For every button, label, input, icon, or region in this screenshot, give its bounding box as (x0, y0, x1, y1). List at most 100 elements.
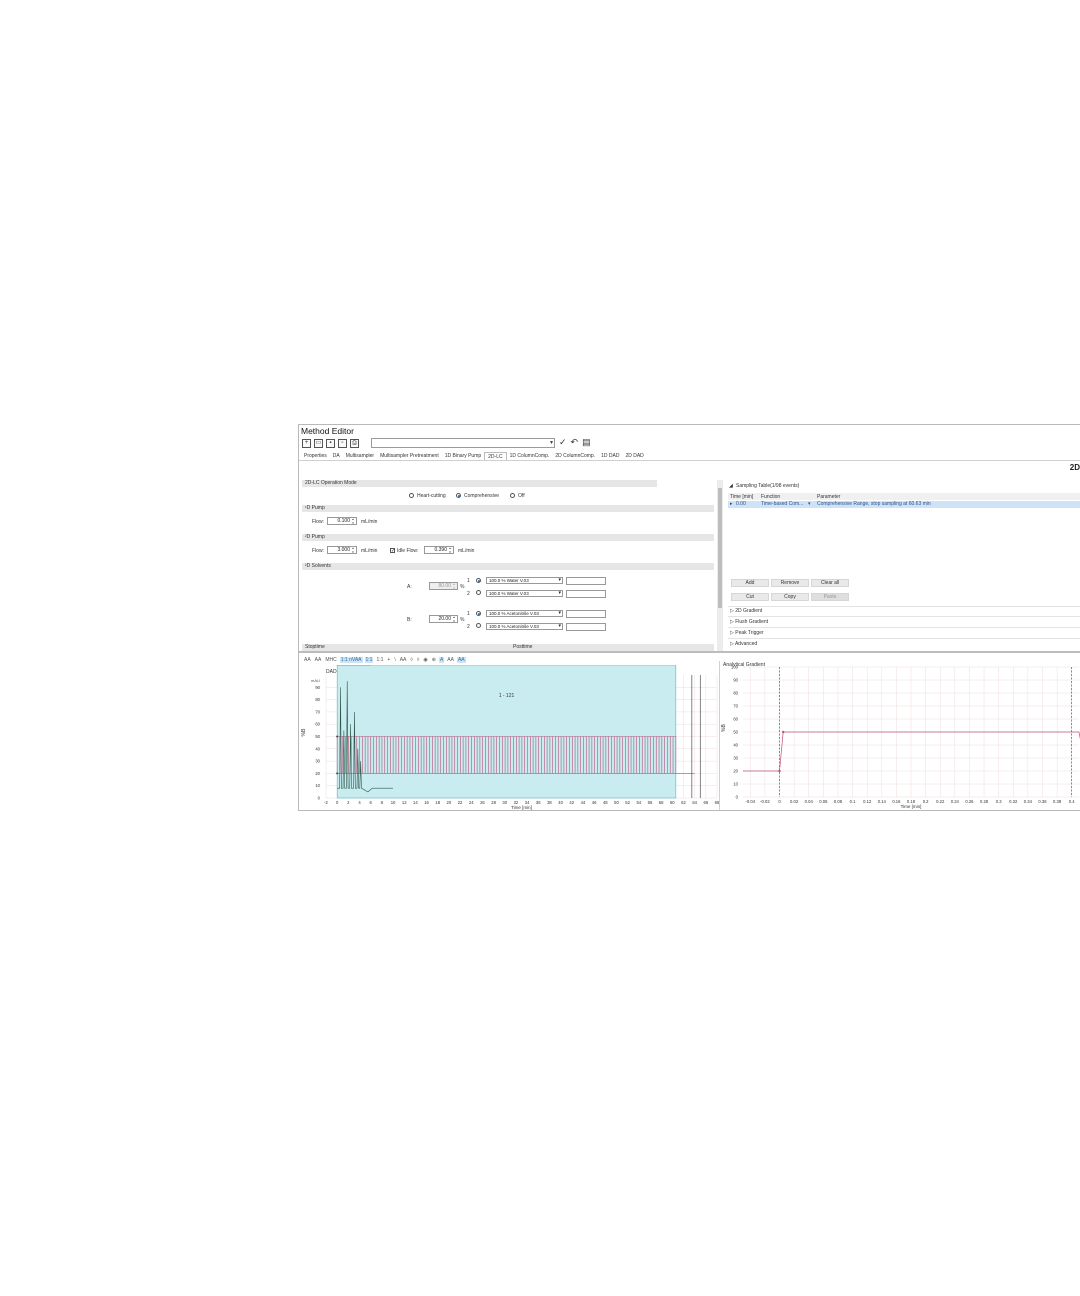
x-tick-label: 40 (558, 800, 563, 805)
y-tick-label: 70 (315, 709, 320, 714)
undo-icon[interactable]: ↶ (571, 437, 579, 448)
chart-tool-6-icon[interactable]: + (386, 657, 391, 663)
chart-tool-12-icon[interactable]: ⊕ (431, 657, 437, 663)
y-axis-label: %B (721, 724, 727, 732)
pane-splitter[interactable] (299, 651, 1080, 653)
cut-button[interactable]: Cut (731, 593, 769, 601)
chart-tool-11-icon[interactable]: ◉ (422, 657, 428, 663)
solvent-b1-name-field[interactable] (566, 610, 606, 618)
solvent-a1-select[interactable]: 100.0 % Water V.03 (486, 577, 563, 584)
analytical-gradient-chart[interactable]: Analytical Gradient%B-0.04 -0.02 0 0.02 0.04… (721, 657, 1080, 811)
chart-tool-9-icon[interactable]: ◊ (409, 657, 413, 663)
method-combo[interactable]: ▾ (371, 438, 555, 448)
main-toolbar: + ▭ ▪ ▫ ⎙ (302, 437, 359, 449)
solvent-a1-radio[interactable] (476, 578, 481, 583)
solvent-b-percent-input[interactable]: 20.00 (429, 615, 458, 623)
gradient-point (778, 769, 781, 773)
y-tick-label: 60 (733, 717, 738, 722)
x-tick-label: 0.22 (936, 799, 945, 804)
chart-tool-0-icon[interactable]: AA (303, 657, 312, 663)
y-tick-label: 40 (733, 743, 738, 748)
chart-tool-15-icon[interactable]: AA (456, 657, 466, 663)
col-time[interactable]: Time [min] (730, 494, 753, 500)
x-axis-label: Time [min] (901, 804, 922, 809)
add-button[interactable]: Add (731, 579, 769, 587)
chart-tool-13-icon[interactable]: A (438, 657, 445, 663)
chart-tool-14-icon[interactable]: AA (446, 657, 455, 663)
col-parameter[interactable]: Parameter (817, 494, 840, 500)
posttime-header: Posttime (510, 644, 714, 651)
save-icon[interactable]: ▪ (326, 438, 335, 448)
x-tick-label: 0.04 (805, 799, 814, 804)
x-tick-label: 58 (659, 800, 664, 805)
x-tick-label: 0.14 (878, 799, 887, 804)
y-tick-label: 20 (315, 771, 320, 776)
expand-flush-gradient[interactable]: ▷ Flush Gradient (730, 619, 768, 625)
chart-tool-4-icon[interactable]: 1:1 (364, 657, 374, 663)
chart-tool-5-icon[interactable]: 1:1 (375, 657, 384, 663)
solvent-b2-select[interactable]: 100.0 % Acetonitrile V.03 (486, 623, 563, 630)
solvent-a2-name-field[interactable] (566, 590, 606, 598)
settings-scrollbar[interactable] (717, 480, 723, 651)
solvent-a2-radio[interactable] (476, 590, 481, 595)
print-icon[interactable]: ⎙ (350, 438, 359, 448)
pump1-flow-input[interactable]: 0.100 (327, 517, 357, 525)
remove-button[interactable]: Remove (771, 579, 809, 587)
paste-button[interactable]: Paste (811, 593, 849, 601)
solvent-b1-radio[interactable] (476, 611, 481, 616)
solvent-a-percent: % (460, 584, 465, 590)
new-icon[interactable]: + (302, 438, 311, 448)
y-tick-label: 0 (736, 795, 739, 800)
idle-flow-checkbox[interactable]: ✓ (390, 548, 395, 554)
chart-tool-8-icon[interactable]: AA (399, 657, 408, 663)
x-tick-label: 10 (391, 800, 396, 805)
x-tick-label: 56 (648, 800, 653, 805)
y-tick-label: 100 (731, 665, 739, 670)
chart-tool-2-icon[interactable]: MHC (324, 657, 337, 663)
checkmark-icon[interactable]: ✓ (559, 437, 567, 448)
chart-tool-1-icon[interactable]: AA (314, 657, 323, 663)
x-tick-label: 12 (402, 800, 407, 805)
table-icon[interactable]: ▤ (582, 437, 591, 448)
solvent-b2-radio[interactable] (476, 623, 481, 628)
solvent-b1-select[interactable]: 100.0 % Acetonitrile V.03 (486, 610, 563, 617)
sampling-collapse-icon[interactable]: ◢ (729, 483, 733, 489)
pump2-flow-input[interactable]: 3.000 (327, 546, 357, 554)
chevron-down-icon: ▾ (549, 440, 553, 446)
settings-scrollbar-thumb[interactable] (718, 488, 722, 608)
solvent-a1-name-field[interactable] (566, 577, 606, 585)
clear-all-button[interactable]: Clear all (811, 579, 849, 587)
sampling-range-label: 1 - 121 (499, 693, 515, 699)
open-icon[interactable]: ▭ (314, 438, 323, 448)
sampling-chart[interactable]: DAD 2: Signal A , Sig=254.0 4.0 Ref=360.… (299, 665, 719, 811)
save-as-icon[interactable]: ▫ (338, 438, 347, 448)
chart-tool-7-icon[interactable]: \ (393, 657, 396, 663)
y-tick-label: 80 (315, 697, 320, 702)
x-tick-label: 42 (569, 800, 574, 805)
solvent-b2-name-field[interactable] (566, 623, 606, 631)
chart-tool-3-icon[interactable]: 1:1 nVAA (339, 657, 363, 663)
y-tick-label: 80 (733, 691, 738, 696)
pump1-header: ¹D Pump (302, 505, 714, 512)
chart-tool-10-icon[interactable]: ◊ (416, 657, 420, 663)
table-row[interactable]: ▸ 0.00 Time-based Com... ▾ Comprehensive… (728, 501, 1080, 508)
heart-cutting-label: Heart-cutting (417, 493, 446, 499)
x-tick-label: 0.08 (834, 799, 843, 804)
copy-button[interactable]: Copy (771, 593, 809, 601)
x-tick-label: 0.4 (1069, 799, 1075, 804)
expand-2d-gradient[interactable]: ▷ 2D Gradient (730, 608, 762, 614)
idle-flow-input[interactable]: 0.390 (424, 546, 454, 554)
heart-cutting-radio[interactable] (409, 493, 414, 498)
solvent-b-ch1: 1 (467, 611, 470, 617)
idle-flow-unit: mL/min (458, 548, 475, 554)
off-radio[interactable] (510, 493, 515, 498)
row-function-dropdown-icon[interactable]: ▾ (808, 501, 811, 507)
comprehensive-radio[interactable] (456, 493, 461, 498)
divider (728, 627, 1080, 628)
col-function[interactable]: Function (761, 494, 780, 500)
solvent-a2-select[interactable]: 100.0 % Water V.03 (486, 590, 563, 597)
expand-advanced[interactable]: ▷ Advanced (730, 641, 757, 647)
y-tick-label: 70 (733, 704, 738, 709)
expand-peak-trigger[interactable]: ▷ Peak Trigger (730, 630, 764, 636)
solvent-a-percent-input[interactable]: 80.00 (429, 582, 458, 590)
